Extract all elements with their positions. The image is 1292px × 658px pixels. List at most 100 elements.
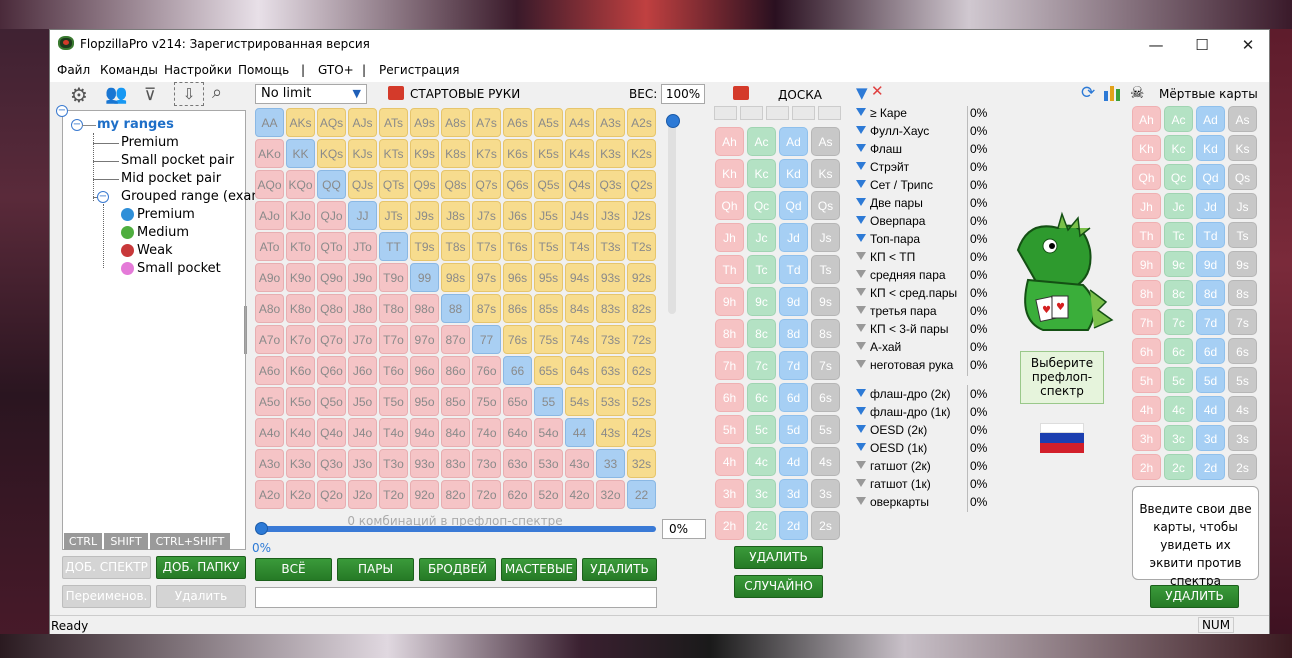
hand-cell-KK[interactable]: KK (286, 139, 315, 168)
hand-cell-85s[interactable]: 85s (534, 294, 563, 323)
hand-cell-J3s[interactable]: J3s (596, 201, 625, 230)
hand-cell-62s[interactable]: 62s (627, 356, 656, 385)
dead-card-7d[interactable]: 7d (1196, 309, 1225, 335)
hand-cell-A4s[interactable]: A4s (565, 108, 594, 137)
hand-cell-A8o[interactable]: A8o (255, 294, 284, 323)
filter-icon[interactable]: ▼ (856, 84, 868, 102)
import-icon[interactable]: ⇩ (174, 82, 204, 106)
hand-cell-J6o[interactable]: J6o (348, 356, 377, 385)
board-card-2c[interactable]: 2c (747, 511, 776, 540)
tree-root-my-ranges[interactable]: my ranges (97, 117, 174, 132)
hand-cell-A5o[interactable]: A5o (255, 387, 284, 416)
menu-file[interactable]: Файл (57, 63, 90, 77)
stat-made-1[interactable]: Фулл-Хаус (856, 124, 929, 138)
filter-icon[interactable] (856, 270, 866, 278)
hand-cell-76s[interactable]: 76s (503, 325, 532, 354)
board-card-2s[interactable]: 2s (811, 511, 840, 540)
hand-cell-K9o[interactable]: K9o (286, 263, 315, 292)
filter-icon[interactable] (856, 479, 866, 487)
weight-slider-thumb[interactable] (666, 114, 680, 128)
stat-made-13[interactable]: А-хай (856, 340, 901, 354)
hand-cell-A7s[interactable]: A7s (472, 108, 501, 137)
board-card-Jc[interactable]: Jc (747, 223, 776, 252)
dead-card-4d[interactable]: 4d (1196, 396, 1225, 422)
hand-cell-K8o[interactable]: K8o (286, 294, 315, 323)
board-card-Qc[interactable]: Qc (747, 191, 776, 220)
hand-cell-J8o[interactable]: J8o (348, 294, 377, 323)
filter-add-icon[interactable]: ⊽ (144, 84, 168, 106)
board-card-Qs[interactable]: Qs (811, 191, 840, 220)
board-card-Ac[interactable]: Ac (747, 127, 776, 156)
board-slot[interactable] (818, 106, 841, 120)
dead-card-Tc[interactable]: Tc (1164, 222, 1193, 248)
hand-cell-42s[interactable]: 42s (627, 418, 656, 447)
dead-card-Jc[interactable]: Jc (1164, 193, 1193, 219)
hand-cell-33[interactable]: 33 (596, 449, 625, 478)
hand-cell-95s[interactable]: 95s (534, 263, 563, 292)
hand-cell-62o[interactable]: 62o (503, 480, 532, 509)
hand-cell-Q9s[interactable]: Q9s (410, 170, 439, 199)
dead-card-Th[interactable]: Th (1132, 222, 1161, 248)
hand-cell-K4o[interactable]: K4o (286, 418, 315, 447)
search-icon[interactable]: ⌕ (212, 82, 236, 104)
hand-cell-J9o[interactable]: J9o (348, 263, 377, 292)
menu-commands[interactable]: Команды (100, 63, 158, 77)
dead-card-Qh[interactable]: Qh (1132, 164, 1161, 190)
hand-cell-AQo[interactable]: AQo (255, 170, 284, 199)
dead-card-9h[interactable]: 9h (1132, 251, 1161, 277)
stat-made-3[interactable]: Стрэйт (856, 160, 909, 174)
filter-icon[interactable] (856, 126, 866, 134)
hand-cell-KTs[interactable]: KTs (379, 139, 408, 168)
dead-card-6s[interactable]: 6s (1228, 338, 1257, 364)
filter-icon[interactable] (856, 497, 866, 505)
filter-icon[interactable] (856, 461, 866, 469)
hand-cell-Q6s[interactable]: Q6s (503, 170, 532, 199)
select-all-button[interactable]: ВСЁ (255, 558, 332, 581)
tree-item-small-pocket-pair[interactable]: Small pocket pair (121, 153, 234, 168)
stat-made-6[interactable]: Оверпара (856, 214, 925, 228)
dead-card-9s[interactable]: 9s (1228, 251, 1257, 277)
menu-settings[interactable]: Настройки (164, 63, 232, 77)
stat-made-0[interactable]: ≥ Каре (856, 106, 907, 120)
hand-cell-J8s[interactable]: J8s (441, 201, 470, 230)
dead-card-2c[interactable]: 2c (1164, 454, 1193, 480)
hand-cell-J5o[interactable]: J5o (348, 387, 377, 416)
hand-cell-86o[interactable]: 86o (441, 356, 470, 385)
hand-cell-K5o[interactable]: K5o (286, 387, 315, 416)
hand-cell-T2o[interactable]: T2o (379, 480, 408, 509)
board-card-7s[interactable]: 7s (811, 351, 840, 380)
hand-cell-64s[interactable]: 64s (565, 356, 594, 385)
dead-card-5s[interactable]: 5s (1228, 367, 1257, 393)
hand-cell-63o[interactable]: 63o (503, 449, 532, 478)
hand-cell-43o[interactable]: 43o (565, 449, 594, 478)
hand-cell-KQs[interactable]: KQs (317, 139, 346, 168)
hand-cell-Q3s[interactable]: Q3s (596, 170, 625, 199)
board-slot[interactable] (714, 106, 737, 120)
stat-made-8[interactable]: КП < ТП (856, 250, 915, 264)
hand-cell-93o[interactable]: 93o (410, 449, 439, 478)
stat-draw-4[interactable]: гатшот (2к) (856, 459, 931, 473)
hand-cell-KJo[interactable]: KJo (286, 201, 315, 230)
hand-cell-Q8o[interactable]: Q8o (317, 294, 346, 323)
board-card-5c[interactable]: 5c (747, 415, 776, 444)
hand-cell-K2o[interactable]: K2o (286, 480, 315, 509)
hand-cell-T3s[interactable]: T3s (596, 232, 625, 261)
hand-cell-ATo[interactable]: ATo (255, 232, 284, 261)
dead-card-3h[interactable]: 3h (1132, 425, 1161, 451)
dead-card-Kh[interactable]: Kh (1132, 135, 1161, 161)
settings-gear-icon[interactable]: ⚙ (70, 84, 96, 106)
hand-cell-A7o[interactable]: A7o (255, 325, 284, 354)
hand-cell-96s[interactable]: 96s (503, 263, 532, 292)
board-card-Ts[interactable]: Ts (811, 255, 840, 284)
board-card-5s[interactable]: 5s (811, 415, 840, 444)
board-card-4d[interactable]: 4d (779, 447, 808, 476)
group-label-premium[interactable]: Premium (137, 207, 195, 222)
hand-cell-Q4o[interactable]: Q4o (317, 418, 346, 447)
hand-cell-A6s[interactable]: A6s (503, 108, 532, 137)
hand-cell-Q9o[interactable]: Q9o (317, 263, 346, 292)
hand-cell-QTs[interactable]: QTs (379, 170, 408, 199)
hand-cell-K7s[interactable]: K7s (472, 139, 501, 168)
hand-cell-JTs[interactable]: JTs (379, 201, 408, 230)
menu-gto[interactable]: GTO+ (318, 63, 354, 77)
board-card-Td[interactable]: Td (779, 255, 808, 284)
